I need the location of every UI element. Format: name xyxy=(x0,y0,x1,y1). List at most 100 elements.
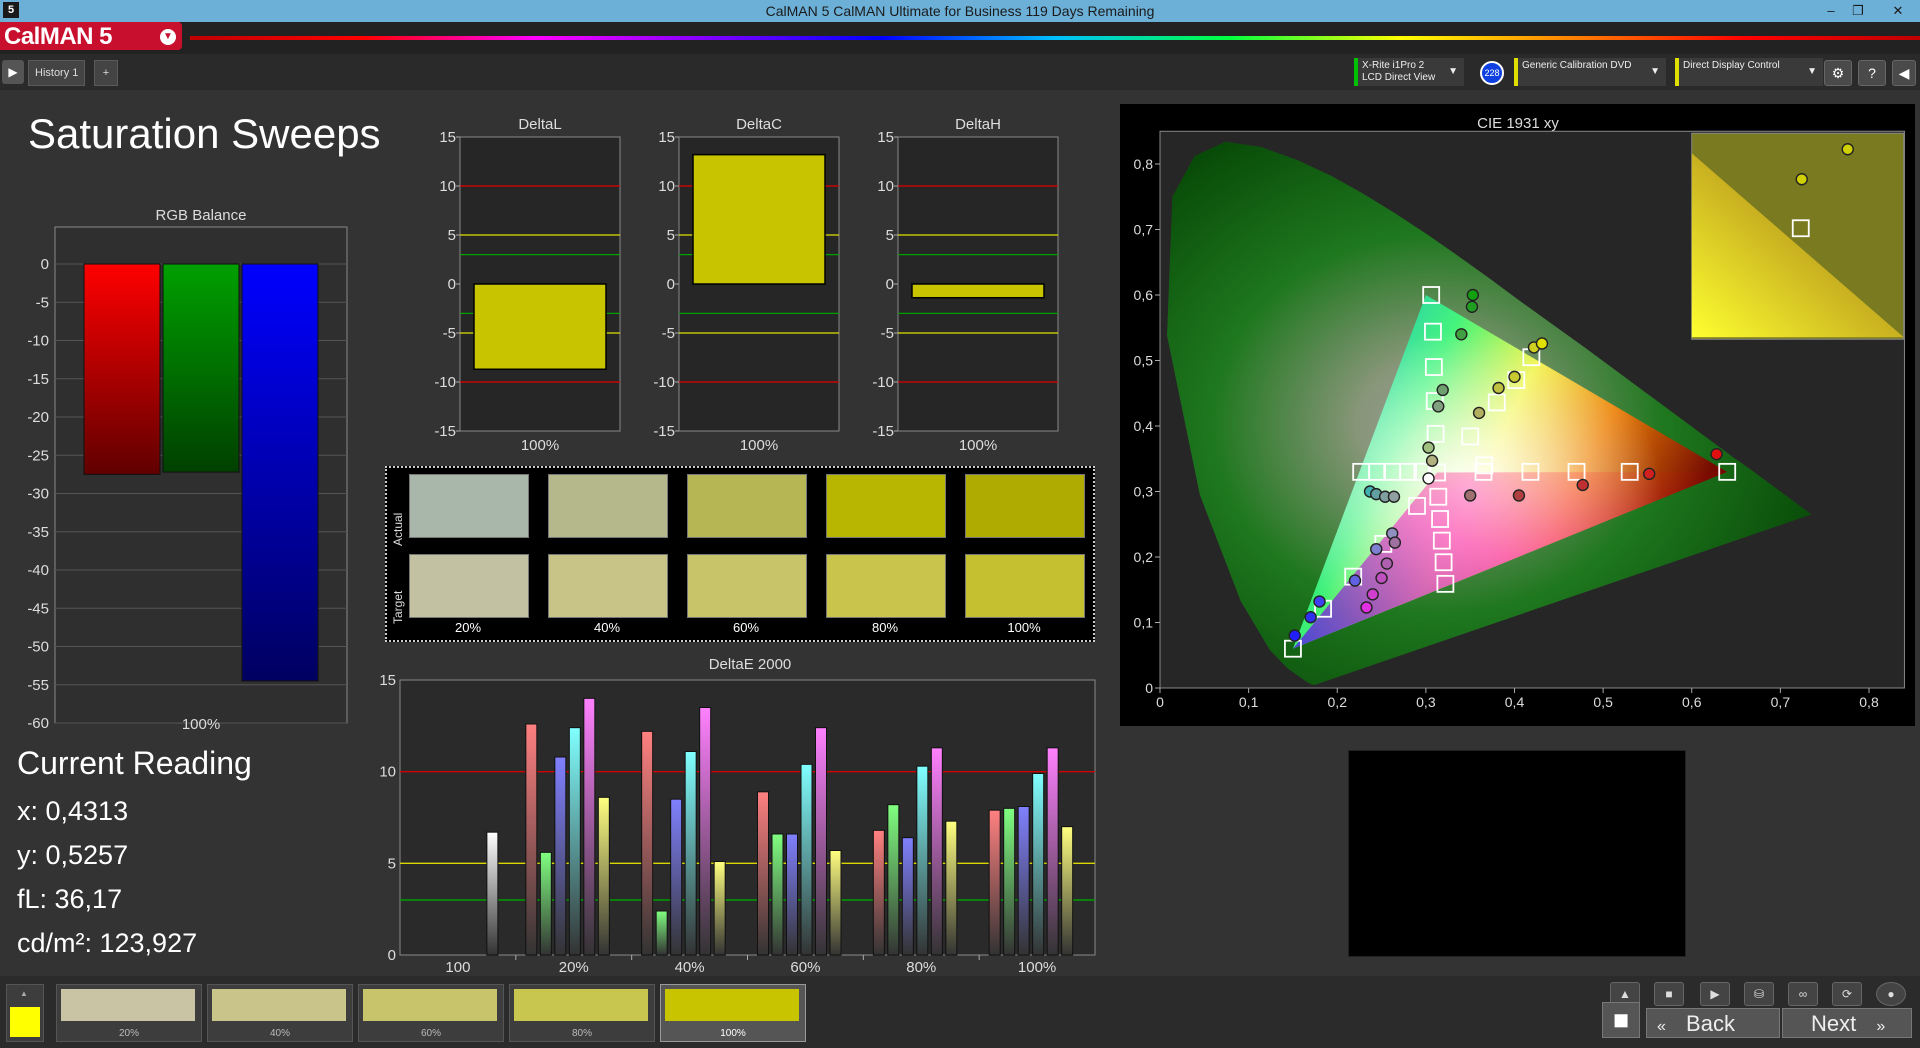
play-icon[interactable]: ▶ xyxy=(1700,982,1730,1006)
deltae-ytick-label: 0 xyxy=(388,947,396,964)
save-icon[interactable]: ⛁ xyxy=(1744,982,1774,1006)
cie-actual-point xyxy=(1535,337,1549,350)
deltae-ytick-label: 5 xyxy=(388,855,396,872)
swatch-actual xyxy=(409,474,529,538)
stop-icon[interactable]: ■ xyxy=(1654,982,1684,1006)
patch-thumb-color xyxy=(665,989,799,1021)
display-selector[interactable]: Direct Display Control ▼ xyxy=(1675,58,1823,86)
swatch-actual xyxy=(548,474,668,538)
delta-ytick-label: 10 xyxy=(877,178,894,195)
swatch-actual xyxy=(826,474,946,538)
patch-thumb[interactable]: 80% xyxy=(509,984,655,1042)
play-icon[interactable]: ▶ xyxy=(2,60,24,84)
delta-ytick-label: -15 xyxy=(434,423,456,440)
delta-chart-title: DeltaC xyxy=(736,116,782,133)
current-reading-title: Current Reading xyxy=(17,745,252,781)
rgb-ytick-label: -55 xyxy=(27,677,49,694)
back-arrow-icon: « xyxy=(1657,1018,1666,1035)
refresh-icon[interactable]: ⟳ xyxy=(1832,982,1862,1006)
rgb-ytick-label: -15 xyxy=(27,371,49,388)
deltae-bar xyxy=(829,850,842,956)
deltae-bar xyxy=(713,861,726,956)
cie-xtick-label: 0,1 xyxy=(1239,694,1259,710)
delta-ytick-label: -15 xyxy=(653,423,675,440)
loop-icon[interactable]: ∞ xyxy=(1788,982,1818,1006)
next-button[interactable]: Next » xyxy=(1782,1008,1912,1038)
chevron-down-icon: ▼ xyxy=(1807,66,1817,77)
patch-thumb[interactable]: 40% xyxy=(207,984,353,1042)
cie-inset-point xyxy=(1795,173,1808,186)
cie-inset-point xyxy=(1841,143,1854,156)
delta-ytick-label: -10 xyxy=(653,374,675,391)
delta-bar xyxy=(911,283,1045,299)
delta-ytick-label: 10 xyxy=(439,178,456,195)
source-name: Generic Calibration DVD xyxy=(1522,60,1632,71)
rgb-ytick-label: -25 xyxy=(27,447,49,464)
cie-actual-point xyxy=(1387,490,1401,503)
cie-xtick-label: 0,7 xyxy=(1771,694,1791,710)
deltae-bar xyxy=(1017,806,1030,956)
cie-actual-point xyxy=(1512,489,1526,502)
delta-ytick-label: 15 xyxy=(658,129,675,146)
stop-measure-icon[interactable]: ◼ xyxy=(1602,1002,1640,1038)
deltae-bar xyxy=(815,727,827,956)
patch-thumb[interactable]: 20% xyxy=(56,984,202,1042)
chevron-down-icon: ▼ xyxy=(1448,66,1458,77)
minimize-icon[interactable]: – xyxy=(1818,2,1844,20)
deltae-bar xyxy=(554,756,567,956)
cie-actual-point xyxy=(1465,300,1479,313)
patch-thumb-color xyxy=(212,989,346,1021)
settings-gear-icon[interactable]: ⚙ xyxy=(1824,60,1852,86)
deltae-bar xyxy=(872,829,885,956)
cie-actual-point xyxy=(1313,595,1326,608)
deltae-bar xyxy=(887,804,900,956)
chevron-down-icon: ▼ xyxy=(160,29,176,45)
back-button[interactable]: « Back xyxy=(1646,1008,1780,1038)
meter-status-badge[interactable]: 228 xyxy=(1480,61,1504,85)
deltae-xtick-label: 40% xyxy=(675,959,705,975)
deltae-bar xyxy=(568,727,581,956)
delta-ytick-label: 15 xyxy=(439,129,456,146)
preview-window xyxy=(1348,750,1686,957)
chevron-down-icon: ▼ xyxy=(1650,66,1660,77)
cie-ytick-label: 0,3 xyxy=(1134,484,1154,500)
delta-xlabel: 100% xyxy=(740,437,778,454)
source-selector[interactable]: Generic Calibration DVD ▼ xyxy=(1514,58,1666,86)
record-icon[interactable]: ● xyxy=(1876,982,1906,1006)
add-tab-button[interactable]: + xyxy=(94,60,118,86)
cie-actual-point xyxy=(1508,370,1521,384)
close-icon[interactable]: ✕ xyxy=(1885,2,1911,20)
current-color-tile[interactable]: ▲ xyxy=(6,984,44,1042)
reading-cdm2: cd/m²: 123,927 xyxy=(17,928,198,958)
tab-history-1[interactable]: History 1 xyxy=(28,60,86,86)
cie-xtick-label: 0,2 xyxy=(1328,694,1348,710)
cie-ytick-label: 0,2 xyxy=(1134,549,1154,565)
swatch-actual xyxy=(965,474,1085,538)
deltae-bar xyxy=(916,765,929,956)
patch-thumb[interactable]: 60% xyxy=(358,984,504,1042)
cie-actual-point xyxy=(1370,542,1383,556)
delta-xlabel: 100% xyxy=(521,437,559,454)
cie-xtick-label: 0,5 xyxy=(1593,694,1613,710)
help-icon[interactable]: ? xyxy=(1858,60,1886,86)
rgb-bar-r xyxy=(83,263,161,475)
rgb-balance-chart: 0 -5 -10 -15 -20 -25 -30 -35 -40 -45 -50 -55 -60 xyxy=(27,226,348,732)
deltae-bar xyxy=(800,763,813,956)
cie-ytick-label: 0,5 xyxy=(1134,353,1154,369)
next-arrow-icon: » xyxy=(1876,1018,1886,1035)
cie-xtick-label: 0,6 xyxy=(1682,694,1702,710)
patch-thumb[interactable]: 100% xyxy=(660,984,806,1042)
calman-logo-menu[interactable]: CalMAN 5 ▼ xyxy=(0,22,182,50)
rgb-ytick-label: -50 xyxy=(27,639,49,656)
patch-thumb-label: 60% xyxy=(420,1028,441,1039)
row-label-actual: Actual xyxy=(391,512,405,546)
restore-icon[interactable]: ❐ xyxy=(1845,2,1871,20)
cie-actual-point xyxy=(1360,601,1373,614)
deltae-bar xyxy=(597,796,610,956)
meter-selector[interactable]: X-Rite i1Pro 2 LCD Direct View ▼ xyxy=(1354,58,1464,86)
delta-charts: DeltaL 15 10 5 0 -5 -10 -15 100% DeltaC 15 10 5 0 -5 -1… xyxy=(434,116,1059,454)
delta-ytick-label: 0 xyxy=(667,276,675,293)
cie-ytick-label: 0,8 xyxy=(1134,156,1154,172)
collapse-arrow-icon[interactable]: ◀ xyxy=(1892,60,1916,86)
rgb-ytick-label: -20 xyxy=(27,409,49,426)
